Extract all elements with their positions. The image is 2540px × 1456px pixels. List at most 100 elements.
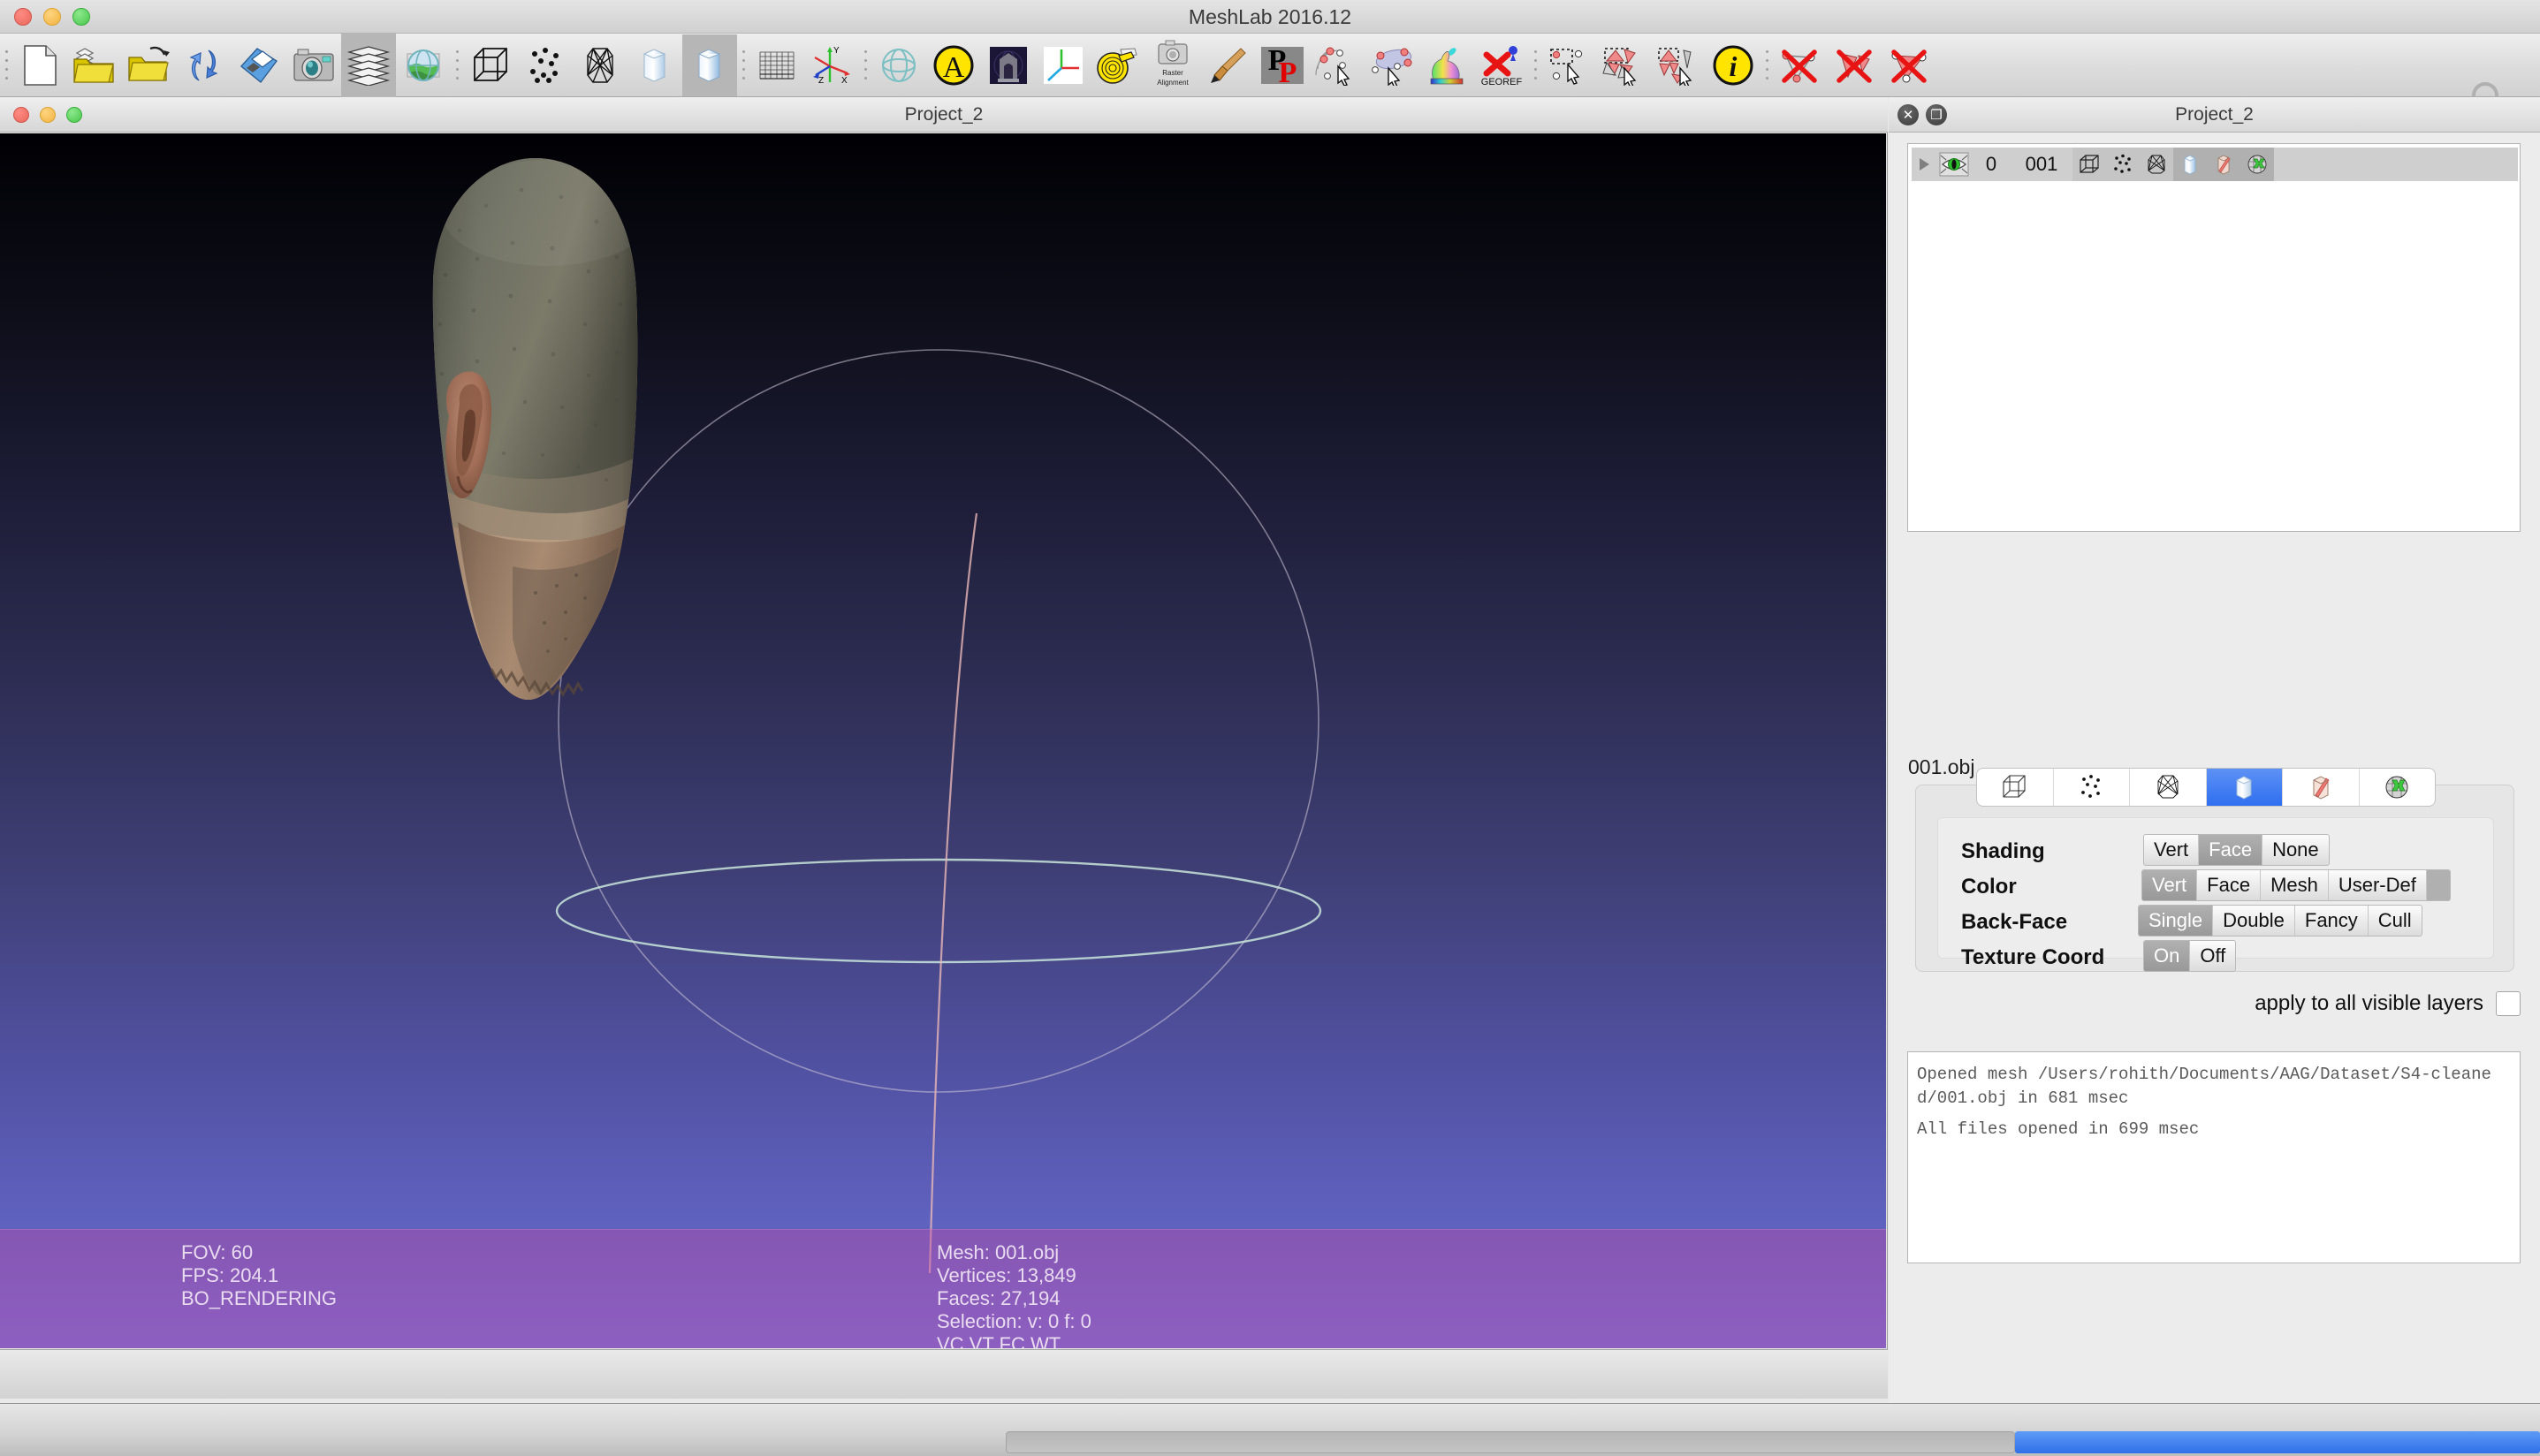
open-project-icon[interactable] (67, 34, 122, 96)
colorize-bunny-icon[interactable] (1419, 34, 1474, 96)
log-output[interactable]: Opened mesh /Users/rohith/Documents/AAG/… (1907, 1051, 2521, 1263)
smooth-shading-icon[interactable] (682, 34, 737, 96)
texture-coord-option-off[interactable]: Off (2190, 941, 2235, 971)
toolbar-group-helpers: Y Z X (749, 34, 859, 97)
layer-dock-panel: ✕ ❐ Project_2 0 001 001.obj Shading Vert… (1889, 97, 2540, 1403)
arch-render-icon[interactable] (981, 34, 1036, 96)
eye-visible-icon[interactable] (1936, 150, 1972, 178)
bounding-box-icon (2003, 775, 2026, 798)
main-content: Project_2 FOV: 60 FPS: 204.1 BO_RENDERIN… (0, 97, 2540, 1403)
vertices-count-text: Vertices: 13,849 (937, 1263, 1076, 1286)
select-connected-icon[interactable] (1651, 34, 1706, 96)
layer-render-toggles (2072, 148, 2274, 181)
layer-tree-row[interactable]: 0 001 (1912, 148, 2518, 181)
svg-text:Alignment: Alignment (1157, 79, 1189, 87)
texture-icon[interactable] (2240, 148, 2274, 181)
toolbar-drag-handle[interactable] (0, 34, 12, 96)
back-face-option-cull[interactable]: Cull (2369, 906, 2422, 936)
toolbar-separator (1761, 34, 1773, 96)
align-mesh-icon[interactable] (1365, 34, 1419, 96)
wireframe-icon[interactable] (573, 34, 627, 96)
points-icon[interactable] (2106, 148, 2140, 181)
tab-wireframe[interactable] (2130, 769, 2207, 806)
selected-object-label: 001.obj (1908, 755, 1975, 778)
tab-smooth-shading[interactable] (2206, 769, 2283, 806)
dock-titlebar: ✕ ❐ Project_2 (1889, 97, 2540, 133)
smooth-shading-icon (2236, 776, 2252, 800)
layers-stack-icon[interactable] (341, 34, 396, 96)
delete-faces-vertices-icon[interactable] (1882, 34, 1937, 96)
back-face-option-fancy[interactable]: Fancy (2295, 906, 2369, 936)
texture-coord-option-on[interactable]: On (2144, 941, 2191, 971)
layer-tree[interactable]: 0 001 (1907, 143, 2521, 532)
paintbrush-icon[interactable] (1200, 34, 1255, 96)
color-swatch-button[interactable] (2426, 870, 2450, 900)
color-option-face[interactable]: Face (2197, 870, 2262, 900)
raster-alignment-icon[interactable]: Raster Alignment (1145, 34, 1200, 96)
delete-vertices-icon[interactable] (1773, 34, 1828, 96)
info-icon[interactable]: i (1706, 34, 1761, 96)
layer-index: 0 (1985, 153, 1997, 175)
back-face-option-single[interactable]: Single (2139, 906, 2214, 936)
trackball-sphere-icon[interactable] (871, 34, 926, 96)
bounding-box-icon[interactable] (463, 34, 518, 96)
flat-lines-icon[interactable] (2207, 148, 2240, 181)
back-face-segmented-control[interactable]: Single Double Fancy Cull (2138, 905, 2422, 937)
new-document-icon[interactable] (12, 34, 67, 96)
point-select-icon[interactable] (1310, 34, 1365, 96)
texture-icon (2385, 776, 2408, 799)
selection-text: Selection: v: 0 f: 0 (937, 1309, 1091, 1332)
shading-option-none[interactable]: None (2262, 835, 2329, 865)
flat-lines-icon[interactable] (627, 34, 682, 96)
select-faces-rect-icon[interactable] (1596, 34, 1651, 96)
bounding-box-icon[interactable] (2072, 148, 2106, 181)
save-mesh-icon[interactable] (232, 34, 286, 96)
render-mode-tabs (1976, 768, 2436, 807)
toolbar-group-decorations: A Raster Alignment P P (871, 34, 1310, 97)
snapshot-camera-icon[interactable] (286, 34, 341, 96)
shading-option-face[interactable]: Face (2199, 835, 2263, 865)
color-option-vert[interactable]: Vert (2142, 870, 2198, 900)
apply-to-all-checkbox[interactable] (2496, 991, 2521, 1016)
document-bottom-bar (0, 1349, 1888, 1399)
axis-cross-icon[interactable] (1036, 34, 1091, 96)
shading-segmented-control[interactable]: Vert Face None (2143, 834, 2330, 866)
color-label: Color (1961, 875, 2017, 899)
svg-text:A: A (943, 51, 965, 84)
tab-texture[interactable] (2360, 769, 2436, 806)
shading-option-vert[interactable]: Vert (2144, 835, 2200, 865)
color-option-user-def[interactable]: User-Def (2329, 870, 2427, 900)
select-vertices-rect-icon[interactable] (1541, 34, 1596, 96)
svg-text:GEOREF: GEOREF (1481, 77, 1523, 87)
color-segmented-control[interactable]: Vert Face Mesh User-Def (2141, 869, 2451, 901)
yellow-a-icon[interactable]: A (926, 34, 981, 96)
grid-plane-icon[interactable] (749, 34, 804, 96)
tab-flat-lines[interactable] (2283, 769, 2360, 806)
globe-raster-icon[interactable] (396, 34, 451, 96)
smooth-shading-icon[interactable] (2173, 148, 2207, 181)
open-mesh-icon[interactable] (122, 34, 177, 96)
toolbar-group-layers (341, 33, 396, 97)
app-title: MeshLab 2016.12 (1188, 5, 1352, 28)
back-face-option-double[interactable]: Double (2213, 906, 2295, 936)
tab-points[interactable] (2054, 769, 2130, 806)
color-option-mesh[interactable]: Mesh (2261, 870, 2329, 900)
layer-name: 001 (2025, 153, 2058, 175)
points-icon[interactable] (518, 34, 573, 96)
document-title: Project_2 (904, 104, 984, 125)
measure-tape-icon[interactable] (1091, 34, 1145, 96)
georef-icon[interactable]: GEOREF (1474, 34, 1529, 96)
triangle-right-icon[interactable] (1912, 156, 1936, 172)
3d-viewport[interactable]: FOV: 60 FPS: 204.1 BO_RENDERING Mesh: 00… (0, 133, 1886, 1348)
axis-xyz-icon[interactable]: Y Z X (804, 34, 859, 96)
progress-bar (2015, 1431, 2540, 1453)
reload-icon[interactable] (177, 34, 232, 96)
delete-faces-icon[interactable] (1828, 34, 1882, 96)
texture-coord-segmented-control[interactable]: On Off (2143, 940, 2237, 972)
rendering-mode-text: BO_RENDERING (181, 1286, 338, 1309)
tab-bounding-box[interactable] (1977, 769, 2054, 806)
pp-picker-icon[interactable]: P P (1255, 34, 1310, 96)
wireframe-icon[interactable] (2140, 148, 2173, 181)
shading-label: Shading (1961, 839, 2045, 863)
toolbar-separator (737, 34, 749, 96)
